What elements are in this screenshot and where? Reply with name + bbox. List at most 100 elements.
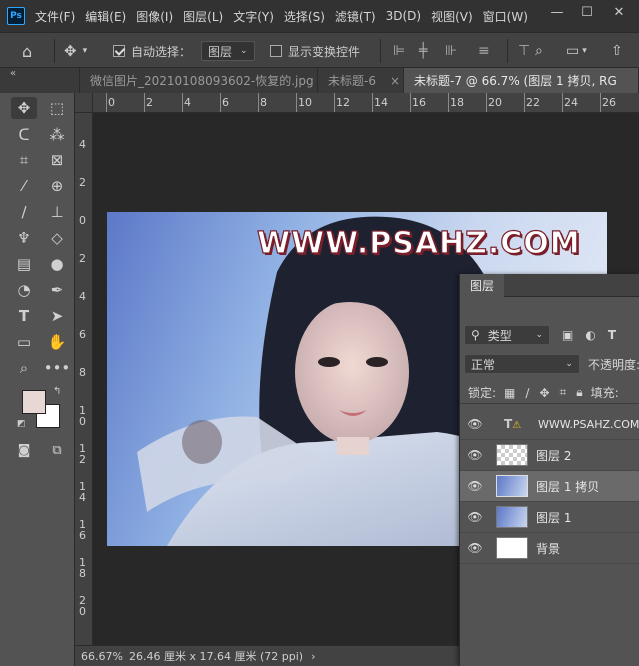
hand-tool-icon[interactable]: ✋ [44,331,70,353]
auto-select-value: 图层 [208,44,233,59]
visibility-eye-icon[interactable]: 👁︎ [460,510,490,524]
ruler-tick [106,93,107,112]
path-select-icon[interactable]: ➤ [44,305,70,327]
search-icon[interactable]: ⌕ [535,42,543,60]
options-bar: ⌂ ✥ ▾ 自动选择： 图层 ⌄ 显示变换控件 ⊫ ╪ ⊪ ≡ ⊤ ⌕ ▭ ▾ ⇧ [0,32,639,68]
eyedropper-icon[interactable]: ⁄ [11,175,37,197]
ruler-tick-label: 0 [108,96,115,109]
pen-tool-icon[interactable]: ✒ [44,279,70,301]
home-icon[interactable]: ⌂ [22,42,32,61]
menu-layer[interactable]: 图层(L) [183,8,223,25]
move-tool-preset-icon[interactable]: ✥ ▾ [64,42,87,60]
brush-tool-icon[interactable]: ∕ [11,201,37,223]
gradient-tool-icon[interactable]: ▤ [11,253,37,275]
tab-document-2[interactable]: 未标题-6 × [318,68,404,93]
menu-edit[interactable]: 编辑(E) [85,8,126,25]
zoom-level[interactable]: 66.67% [81,650,129,663]
share-icon[interactable]: ⇧ [611,42,623,60]
swap-colors-icon[interactable]: ↰ [53,386,61,397]
menu-file[interactable]: 文件(F) [35,8,75,25]
dodge-tool-icon[interactable]: ◔ [11,279,37,301]
layer-name: 背景 [536,541,561,556]
separator [380,39,381,63]
checkbox-checked-icon[interactable] [113,45,125,57]
lock-all-icon[interactable]: 🔒︎ [576,385,582,400]
magic-wand-icon[interactable]: ⁂ [44,124,70,146]
layer-row-selected[interactable]: 👁︎ 图层 1 拷贝 [460,471,639,502]
ruler-tick [372,93,373,112]
visibility-eye-icon[interactable]: 👁︎ [460,417,490,431]
spot-healing-icon[interactable]: ⊕ [44,175,70,197]
blend-mode-value: 正常 [471,357,496,372]
eraser-icon[interactable]: ◇ [44,227,70,249]
checkbox-unchecked-icon[interactable] [270,45,282,57]
tab-document-3[interactable]: 未标题-7 @ 66.7% (图层 1 拷贝, RG [404,68,639,93]
filter-adjustment-icon[interactable]: ◐ [585,328,595,342]
ruler-tick-label: 20 [488,96,502,109]
layer-row[interactable]: 👁︎ 图层 1 [460,502,639,533]
crop-tool-icon[interactable]: ⌗ [11,149,37,171]
layer-row[interactable]: 👁︎ 图层 2 [460,440,639,471]
align-left-icon[interactable]: ⊫ [393,42,405,60]
ruler-tick-label: 2 [79,252,86,265]
visibility-eye-icon[interactable]: 👁︎ [460,448,490,462]
default-colors-icon[interactable]: ◩ [17,419,26,429]
ruler-corner [75,93,93,113]
lock-pixels-icon[interactable]: ▦ [504,386,515,400]
auto-select-checkbox[interactable]: 自动选择： [113,42,191,60]
layer-row[interactable]: 👁︎ 背景 [460,533,639,564]
tab-document-1[interactable]: 微信图片_20210108093602-恢复的.jpg× [80,68,318,93]
menu-type[interactable]: 文字(Y) [233,8,274,25]
status-menu-arrow[interactable]: › [311,650,315,663]
stamp-tool-icon[interactable]: ⊥ [44,201,70,223]
layer-row[interactable]: 👁︎ T⚠ WWW.PSAHZ.COM [460,409,639,440]
menu-3d[interactable]: 3D(D) [386,9,421,23]
auto-select-dropdown[interactable]: 图层 ⌄ [201,41,255,61]
show-transform-label: 显示变换控件 [288,44,361,59]
distribute-icon[interactable]: ≡ [478,42,490,60]
history-brush-icon[interactable]: ♆ [11,227,37,249]
lasso-tool-icon[interactable]: ᑕ [11,124,37,146]
menu-window[interactable]: 窗口(W) [483,8,528,25]
close-tab-icon[interactable]: × [390,74,400,88]
close-window-button[interactable]: ✕ [604,0,634,24]
menu-filter[interactable]: 滤镜(T) [335,8,376,25]
workspace-icon[interactable]: ▭ ▾ [566,42,587,60]
zoom-tool-icon[interactable]: ⌕ [11,357,37,379]
layer-filter-dropdown[interactable]: ⚲ 类型 ⌄ [464,325,550,345]
filter-image-icon[interactable]: ▣ [562,328,573,342]
fill-label: 填充: [590,386,619,400]
visibility-eye-icon[interactable]: 👁︎ [460,541,490,555]
photoshop-logo: Ps [7,7,25,25]
show-transform-checkbox[interactable]: 显示变换控件 [270,42,360,60]
type-tool-icon[interactable]: T [11,305,37,327]
menu-view[interactable]: 视图(V) [431,8,473,25]
collapse-panels-icon[interactable]: « [0,68,80,93]
layers-panel: 图层 ⚲ 类型 ⌄ ▣ ◐ T 正常 ⌄ 不透明度: 锁定: ▦ ∕ ✥ ⌗ 🔒… [459,274,639,666]
lock-position-icon[interactable]: ✥ [539,386,549,400]
blend-mode-dropdown[interactable]: 正常 ⌄ [464,354,580,374]
layer-name: WWW.PSAHZ.COM [538,417,639,431]
lock-artboard-icon[interactable]: ⌗ [560,385,567,400]
visibility-eye-icon[interactable]: 👁︎ [460,479,490,493]
move-tool-icon[interactable]: ✥ [11,97,37,119]
ruler-tick-label: 4 [79,138,86,151]
layers-tab[interactable]: 图层 [460,274,505,297]
frame-tool-icon[interactable]: ⊠ [44,149,70,171]
align-right-icon[interactable]: ⊪ [445,42,457,60]
screen-mode-icon[interactable]: ⧉ [44,439,70,461]
restore-button[interactable]: ☐ [572,0,602,24]
menu-image[interactable]: 图像(I) [136,8,173,25]
more-tools-icon[interactable]: ••• [44,357,71,379]
blur-tool-icon[interactable]: ● [44,253,70,275]
lock-paint-icon[interactable]: ∕ [525,386,529,400]
align-center-icon[interactable]: ╪ [419,42,427,60]
align-top-icon[interactable]: ⊤ [518,42,530,60]
menu-select[interactable]: 选择(S) [284,8,325,25]
minimize-button[interactable]: — [542,0,572,24]
filter-type-icon[interactable]: T [608,328,616,342]
foreground-color-swatch[interactable] [22,390,46,414]
rectangle-tool-icon[interactable]: ▭ [11,331,37,353]
marquee-tool-icon[interactable]: ⬚ [44,97,70,119]
quick-mask-icon[interactable]: ◙ [11,439,37,461]
